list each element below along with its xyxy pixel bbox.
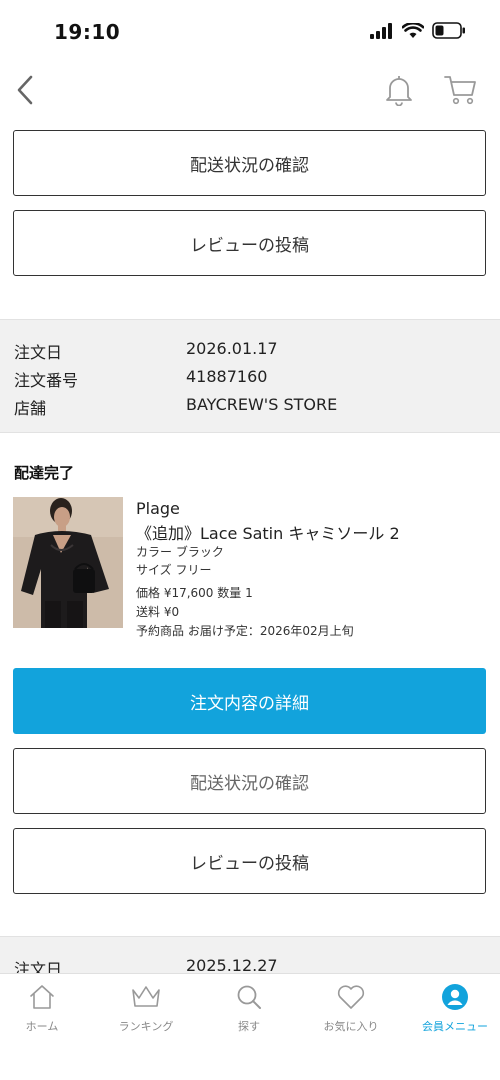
product-price-quantity: 価格 ¥17,600 数量 1 [136,586,253,600]
home-icon [27,982,57,1012]
product-color: カラー ブラック [136,545,224,559]
tab-search-label: 探す [238,1020,260,1033]
tab-ranking-label: ランキング [118,1020,174,1033]
tab-ranking[interactable]: ランキング [101,982,191,1042]
store-value: BAYCREW'S STORE [186,395,338,414]
order-number-label: 注文番号 [14,371,79,390]
order-date-row: 注文日 2026.01.17 [0,335,500,363]
product-brand: Plage [136,499,180,518]
track-delivery-button[interactable]: 配送状況の確認 [13,130,486,196]
post-review-button[interactable]: レビューの投稿 [13,210,486,276]
order-info-block: 注文日 2025.12.27 [0,936,500,979]
signal-icon [370,22,394,43]
tab-favorites[interactable]: お気に入り [306,982,396,1042]
tab-member-menu-label: 会員メニュー [422,1020,488,1033]
order-number-value: 41887160 [186,367,268,386]
status-bar: 19:10 [0,0,500,62]
post-review-button[interactable]: レビューの投稿 [13,828,486,894]
order-date-value: 2026.01.17 [186,339,278,358]
tab-search[interactable]: 探す [204,982,294,1042]
status-time: 19:10 [54,20,121,44]
back-button[interactable] [10,70,40,110]
status-icons [370,21,466,43]
track-delivery-button[interactable]: 配送状況の確認 [13,748,486,814]
bottom-tab-bar: ホーム ランキング 探す お気に入り 会員メニュー [0,973,500,1080]
battery-icon [432,22,466,43]
product-image[interactable] [13,497,123,628]
notifications-button[interactable] [382,70,416,110]
order-detail-button[interactable]: 注文内容の詳細 [13,668,486,734]
product-name[interactable]: 《追加》Lace Satin キャミソール 2 [136,520,400,544]
cart-icon [444,76,476,105]
store-label: 店舗 [14,399,47,418]
product-shipping: 送料 ¥0 [136,605,180,619]
order-info-block: 注文日 2026.01.17 注文番号 41887160 店舗 BAYCREW'… [0,319,500,433]
product-reservation: 予約商品 お届け予定：2026年02月上旬 [136,624,354,638]
store-row: 店舗 BAYCREW'S STORE [0,391,500,419]
heart-icon [336,982,366,1012]
order-number-row: 注文番号 41887160 [0,363,500,391]
nav-bar [0,62,500,118]
delivery-status: 配達完了 [14,464,75,482]
tab-member-menu[interactable]: 会員メニュー [410,982,500,1042]
tab-home[interactable]: ホーム [0,982,87,1042]
bell-icon [386,76,412,106]
search-icon [234,982,264,1012]
chevron-left-icon [17,75,33,105]
tab-home-label: ホーム [25,1020,59,1033]
cart-button[interactable] [441,70,479,110]
product-size: サイズ フリー [136,563,212,577]
member-icon [440,982,470,1012]
crown-icon [131,982,161,1012]
tab-favorites-label: お気に入り [323,1020,379,1033]
order-date-label: 注文日 [14,343,63,362]
wifi-icon [401,21,425,43]
